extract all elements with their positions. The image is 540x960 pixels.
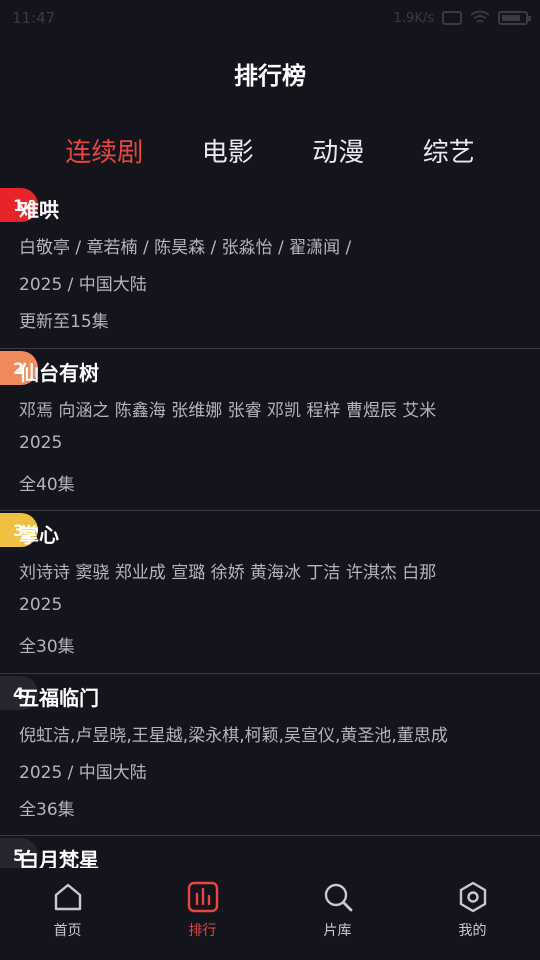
- screen: 11:47 1.9K/s 排行榜 连续剧 电影 动漫 综艺 1 难哄 白敬亭 /…: [0, 0, 540, 960]
- nav-item-library[interactable]: 片库: [270, 868, 405, 960]
- tab-tv-series[interactable]: 连续剧: [57, 132, 151, 172]
- list-item[interactable]: 3 掌心 刘诗诗 窦骁 郑业成 宣璐 徐娇 黄海冰 丁洁 许淇杰 白那 2025…: [0, 511, 540, 674]
- bottom-nav: 首页 排行 片库 我的: [0, 868, 540, 960]
- search-icon: [324, 883, 352, 912]
- list-item[interactable]: 1 难哄 白敬亭 / 章若楠 / 陈昊森 / 张淼怡 / 翟潇闻 / 2025 …: [0, 186, 540, 349]
- item-cast: 白敬亭 / 章若楠 / 陈昊森 / 张淼怡 / 翟潇闻 /: [19, 238, 352, 258]
- item-title: 难哄: [19, 198, 59, 222]
- battery-icon: [498, 11, 531, 25]
- status-icons: 1.9K/s: [393, 10, 531, 26]
- item-cast: 倪虹洁,卢昱晓,王星越,梁永棋,柯颖,吴宣仪,黄圣池,董思成: [19, 725, 448, 746]
- item-title: 仙台有树: [19, 360, 99, 385]
- tab-anime[interactable]: 动漫: [304, 132, 372, 172]
- ranking-list: 1 难哄 白敬亭 / 章若楠 / 陈昊森 / 张淼怡 / 翟潇闻 / 2025 …: [0, 186, 540, 960]
- nav-label-library: 片库: [323, 923, 352, 939]
- page-title: 排行榜: [234, 62, 306, 90]
- item-cast: 邓焉 向涵之 陈鑫海 张维娜 张睿 邓凯 程梓 曹煜辰 艾米: [19, 400, 437, 421]
- item-episodes: 全40集: [19, 474, 75, 495]
- item-year-region: 2025: [19, 432, 63, 453]
- item-year-region: 2025: [19, 595, 63, 615]
- sim-icon: [442, 11, 462, 25]
- item-year-region: 2025 / 中国大陆: [19, 762, 147, 783]
- tab-movies[interactable]: 电影: [194, 132, 262, 172]
- item-cast: 刘诗诗 窦骁 郑业成 宣璐 徐娇 黄海冰 丁洁 许淇杰 白那: [19, 563, 437, 583]
- profile-hexagon-icon: [459, 881, 486, 913]
- nav-label-ranking: 排行: [188, 923, 217, 939]
- list-item[interactable]: 4 五福临门 倪虹洁,卢昱晓,王星越,梁永棋,柯颖,吴宣仪,黄圣池,董思成 20…: [0, 674, 540, 836]
- nav-item-home[interactable]: 首页: [0, 868, 135, 960]
- nav-label-profile: 我的: [458, 923, 487, 939]
- list-item[interactable]: 2 仙台有树 邓焉 向涵之 陈鑫海 张维娜 张睿 邓凯 程梓 曹煜辰 艾米 20…: [0, 349, 540, 511]
- status-time: 11:47: [12, 9, 56, 27]
- item-episodes: 更新至15集: [19, 312, 109, 332]
- category-tabs: 连续剧 电影 动漫 综艺: [0, 132, 540, 172]
- item-episodes: 全36集: [19, 799, 75, 820]
- chart-icon: [187, 881, 218, 913]
- item-year-region: 2025 / 中国大陆: [19, 275, 147, 295]
- item-title: 掌心: [19, 523, 59, 547]
- tab-variety[interactable]: 综艺: [415, 132, 483, 172]
- item-episodes: 全30集: [19, 637, 75, 657]
- nav-label-home: 首页: [53, 923, 82, 939]
- network-speed: 1.9K/s: [393, 10, 434, 26]
- wifi-icon: [470, 10, 490, 23]
- item-title: 五福临门: [19, 685, 99, 710]
- home-icon: [54, 883, 81, 911]
- status-bar: 11:47 1.9K/s: [0, 0, 540, 36]
- nav-item-profile[interactable]: 我的: [405, 868, 540, 960]
- nav-item-ranking[interactable]: 排行: [135, 868, 270, 960]
